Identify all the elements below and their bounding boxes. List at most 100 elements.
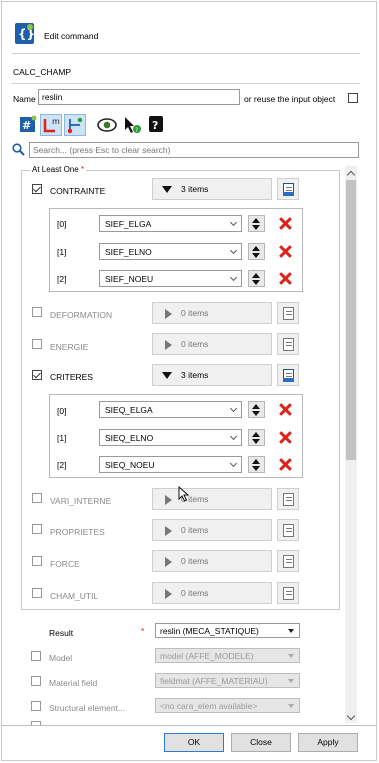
- name-input[interactable]: reslin: [38, 89, 240, 105]
- chevron-down-icon: [229, 459, 238, 468]
- reuse-checkbox[interactable]: [348, 93, 358, 103]
- chevron-down-icon: [229, 432, 238, 441]
- edit-command-dialog: {} Edit command CALC_CHAMP Name reslin o…: [1, 1, 377, 761]
- items-toggle-cham-util[interactable]: 0 items: [152, 582, 272, 604]
- edit-list-button[interactable]: [277, 364, 299, 386]
- checkbox-force[interactable]: [32, 556, 42, 566]
- checkbox-vari-interne[interactable]: [32, 493, 42, 503]
- move-item-button[interactable]: [248, 270, 265, 287]
- checkbox-cham-util[interactable]: [32, 588, 42, 598]
- move-item-button[interactable]: [248, 429, 265, 446]
- delete-item-icon[interactable]: [278, 430, 293, 445]
- edit-list-button[interactable]: [277, 488, 299, 510]
- links-icon[interactable]: [64, 114, 86, 136]
- items-toggle-force[interactable]: 0 items: [152, 550, 272, 572]
- material-field-select[interactable]: fieldmat (AFFE_MATERIAU): [155, 673, 300, 688]
- item-combo[interactable]: SIEQ_ELGA: [99, 401, 242, 418]
- checkbox-material-field[interactable]: [31, 676, 41, 686]
- items-toggle-vari-interne[interactable]: 0 items: [152, 488, 272, 510]
- edit-list-button[interactable]: [277, 178, 299, 200]
- collapse-icon: [162, 372, 172, 379]
- item-combo[interactable]: SIEQ_ELNO: [99, 429, 242, 446]
- list-edit-icon: [283, 307, 294, 320]
- search-input[interactable]: Search... (press Esc to clear search): [29, 142, 359, 158]
- close-button[interactable]: Close: [231, 733, 291, 752]
- delete-item-icon[interactable]: [278, 457, 293, 472]
- item-combo[interactable]: SIEF_ELGA: [99, 215, 242, 232]
- move-item-button[interactable]: [248, 215, 265, 232]
- chevron-down-icon: [229, 246, 238, 255]
- scrollbar-thumb[interactable]: [346, 180, 356, 460]
- svg-text:?: ?: [152, 119, 158, 132]
- structural-element-select[interactable]: <no cara_elem available>: [155, 698, 300, 713]
- keyword-deformation: DEFORMATION: [50, 310, 113, 320]
- select-value: fieldmat (AFFE_MATERIAU): [160, 676, 268, 686]
- item-combo[interactable]: SIEF_NOEU: [99, 270, 242, 287]
- edit-list-button[interactable]: [277, 582, 299, 604]
- view-icon[interactable]: [96, 116, 118, 134]
- move-item-button[interactable]: [248, 401, 265, 418]
- checkbox-energie[interactable]: [32, 339, 42, 349]
- param-label-model: Model: [49, 653, 73, 663]
- command-name: CALC_CHAMP: [13, 67, 72, 77]
- checkbox-proprietes[interactable]: [32, 524, 42, 534]
- delete-item-icon[interactable]: [278, 244, 293, 259]
- item-count: 0 items: [181, 556, 209, 566]
- divider: [12, 53, 360, 54]
- items-toggle-criteres[interactable]: 3 items: [152, 364, 272, 386]
- checkbox-deformation[interactable]: [32, 307, 42, 317]
- expand-icon: [165, 495, 172, 505]
- keyword-criteres: CRITERES: [50, 372, 93, 382]
- item-count: 0 items: [181, 339, 209, 349]
- collapse-icon: [162, 186, 172, 193]
- group-title: At Least One *: [30, 165, 87, 174]
- delete-item-icon[interactable]: [278, 216, 293, 231]
- divider: [2, 725, 376, 726]
- checkbox-criteres[interactable]: [32, 370, 42, 380]
- expand-icon: [165, 557, 172, 567]
- ok-button[interactable]: OK: [164, 733, 224, 752]
- chevron-down-icon: [229, 273, 238, 282]
- delete-item-icon[interactable]: [278, 402, 293, 417]
- keyword-force: FORCE: [50, 559, 80, 569]
- edit-list-button[interactable]: [277, 302, 299, 324]
- checkbox-model[interactable]: [31, 651, 41, 661]
- item-combo[interactable]: SIEF_ELNO: [99, 243, 242, 260]
- items-toggle-energie[interactable]: 0 items: [152, 333, 272, 355]
- item-index: [0]: [57, 406, 67, 416]
- units-icon[interactable]: m: [40, 114, 62, 136]
- result-select[interactable]: reslin (MECA_STATIQUE): [155, 623, 300, 638]
- svg-text:?: ?: [135, 127, 138, 134]
- checkbox-structural-element[interactable]: [31, 701, 41, 711]
- documentation-icon[interactable]: ?: [147, 115, 165, 133]
- edit-list-button[interactable]: [277, 333, 299, 355]
- keyword-contrainte: CONTRAINTE: [50, 186, 106, 196]
- move-item-button[interactable]: [248, 243, 265, 260]
- move-item-button[interactable]: [248, 456, 265, 473]
- edit-list-button[interactable]: [277, 519, 299, 541]
- item-combo[interactable]: SIEQ_NOEU: [99, 456, 242, 473]
- list-edit-icon: [283, 524, 294, 537]
- items-toggle-contrainte[interactable]: 3 items: [152, 178, 272, 200]
- select-value: reslin (MECA_STATIQUE): [160, 626, 259, 636]
- dropdown-arrow-icon: [288, 629, 294, 633]
- model-select[interactable]: model (AFFE_MODELE): [155, 648, 300, 663]
- list-edit-icon: [283, 369, 294, 382]
- items-toggle-proprietes[interactable]: 0 items: [152, 519, 272, 541]
- edit-list-button[interactable]: [277, 550, 299, 572]
- item-value: SIEQ_ELNO: [105, 433, 154, 443]
- add-keyword-icon[interactable]: #: [19, 115, 37, 133]
- reuse-label: or reuse the input object: [244, 94, 336, 104]
- expand-icon: [165, 589, 172, 599]
- delete-item-icon[interactable]: [278, 271, 293, 286]
- dropdown-arrow-icon: [288, 654, 294, 658]
- item-index: [2]: [57, 274, 67, 284]
- apply-button[interactable]: Apply: [298, 733, 358, 752]
- help-pointer-icon[interactable]: ?: [122, 115, 141, 134]
- dropdown-arrow-icon: [288, 704, 294, 708]
- item-value: SIEQ_NOEU: [105, 460, 155, 470]
- item-count: 0 items: [181, 525, 209, 535]
- checkbox-contrainte[interactable]: [32, 184, 42, 194]
- list-edit-icon: [283, 587, 294, 600]
- items-toggle-deformation[interactable]: 0 items: [152, 302, 272, 324]
